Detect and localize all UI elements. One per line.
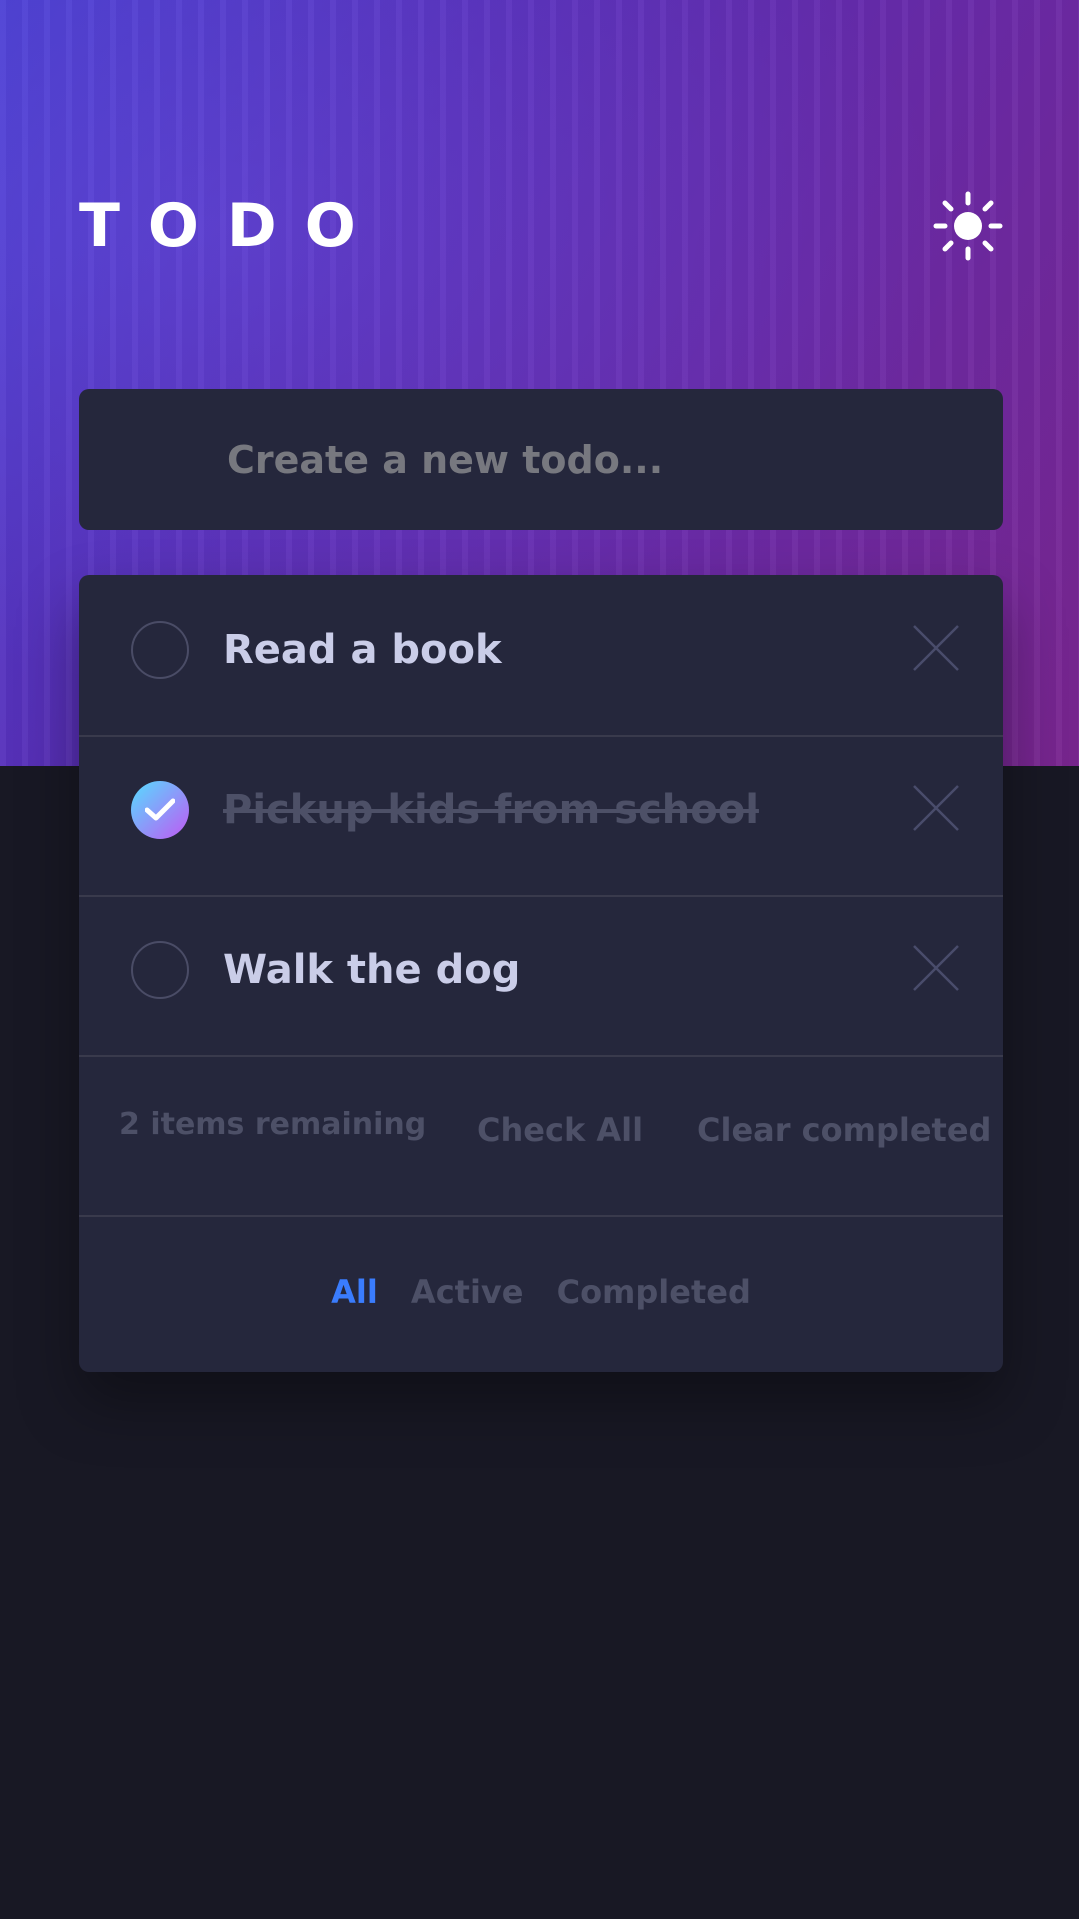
todo-item: Read a book — [79, 575, 1003, 737]
filter-completed[interactable]: Completed — [557, 1273, 751, 1311]
todo-checkbox-checked[interactable] — [131, 781, 189, 839]
todo-label[interactable]: Read a book — [223, 623, 502, 677]
todo-list-card: Read a book Pickup kids from school Walk… — [79, 575, 1003, 1372]
filter-bar: All Active Completed — [79, 1217, 1003, 1372]
check-icon — [145, 798, 175, 821]
delete-todo-button[interactable] — [911, 783, 961, 833]
close-icon — [913, 625, 959, 671]
todo-label[interactable]: Walk the dog — [223, 943, 520, 997]
check-all-button[interactable]: Check All — [477, 1111, 643, 1149]
todo-checkbox[interactable] — [131, 941, 189, 999]
close-icon — [913, 945, 959, 991]
close-icon — [913, 785, 959, 831]
todo-item: Pickup kids from school — [79, 735, 1003, 897]
todo-checkbox[interactable] — [131, 621, 189, 679]
todo-item: Walk the dog — [79, 895, 1003, 1057]
new-todo-input[interactable] — [225, 429, 949, 491]
delete-todo-button[interactable] — [911, 623, 961, 673]
app-title: TODO — [79, 191, 384, 261]
theme-toggle-button[interactable] — [932, 190, 1004, 262]
clear-completed-button[interactable]: Clear completed — [697, 1111, 991, 1149]
sun-icon — [933, 191, 1003, 261]
filter-active[interactable]: Active — [411, 1273, 524, 1311]
filter-all[interactable]: All — [331, 1273, 378, 1311]
list-footer: 2 items remaining Check All Clear comple… — [79, 1055, 1003, 1217]
delete-todo-button[interactable] — [911, 943, 961, 993]
items-remaining-count: 2 items remaining — [119, 1107, 427, 1142]
new-todo-card — [79, 389, 1003, 530]
todo-label[interactable]: Pickup kids from school — [223, 783, 759, 837]
